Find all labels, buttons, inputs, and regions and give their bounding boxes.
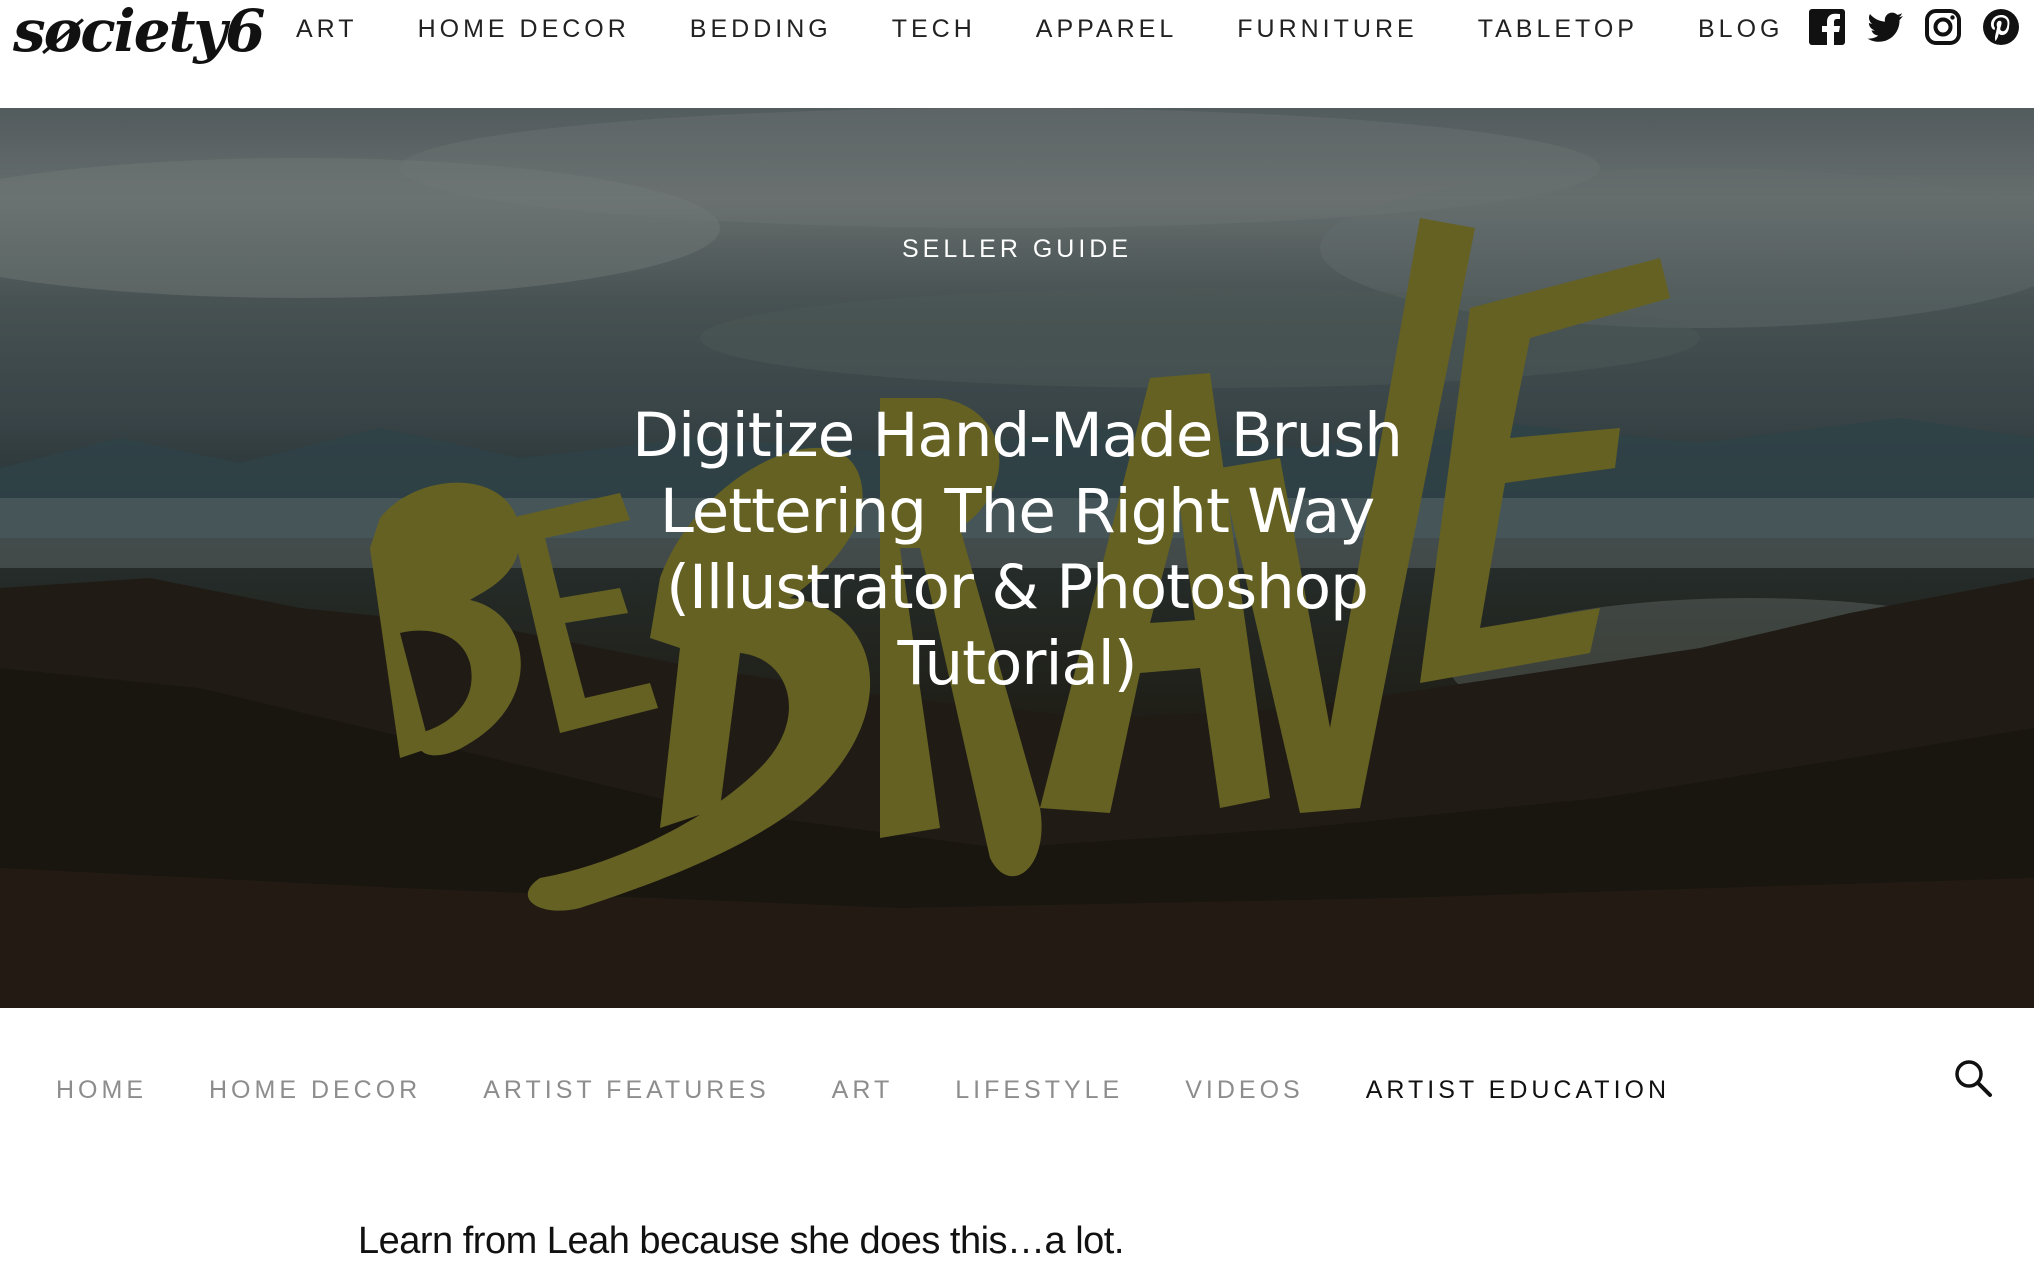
blog-nav-art[interactable]: ART [832,1073,894,1107]
instagram-icon[interactable] [1924,8,1962,46]
nav-bedding[interactable]: BEDDING [690,12,832,46]
hero-title: Digitize Hand-Made Brush Lettering The R… [632,400,1403,699]
article-lead: Learn from Leah because she does this…a … [358,1220,1124,1262]
search-icon[interactable] [1953,1058,1993,1098]
pinterest-icon[interactable] [1982,8,2020,46]
blog-nav-artist-education[interactable]: ARTIST EDUCATION [1366,1073,1670,1107]
facebook-icon[interactable] [1808,8,1846,46]
nav-blog[interactable]: BLOG [1698,12,1783,46]
blog-nav-home[interactable]: HOME [56,1073,147,1107]
blog-nav-artist-features[interactable]: ARTIST FEATURES [483,1073,769,1107]
nav-tech[interactable]: TECH [892,12,976,46]
nav-apparel[interactable]: APPAREL [1036,12,1177,46]
site-header: søciety6 ART HOME DECOR BEDDING TECH APP… [0,0,2034,108]
nav-furniture[interactable]: FURNITURE [1237,12,1417,46]
main-nav: ART HOME DECOR BEDDING TECH APPAREL FURN… [296,12,1843,46]
social-links [1808,8,2020,46]
nav-tabletop[interactable]: TABLETOP [1478,12,1638,46]
blog-nav-home-decor[interactable]: HOME DECOR [209,1073,421,1107]
society6-logo[interactable]: søciety6 [13,0,265,62]
blog-category-nav: HOME HOME DECOR ARTIST FEATURES ART LIFE… [56,1073,1732,1107]
blog-nav-videos[interactable]: VIDEOS [1185,1073,1303,1107]
nav-art[interactable]: ART [296,12,358,46]
hero-category-label[interactable]: SELLER GUIDE [0,235,2034,264]
hero-banner[interactable]: SELLER GUIDE Digitize Hand-Made Brush Le… [0,108,2034,1008]
nav-home-decor[interactable]: HOME DECOR [418,12,630,46]
twitter-icon[interactable] [1866,8,1904,46]
blog-nav-lifestyle[interactable]: LIFESTYLE [955,1073,1123,1107]
